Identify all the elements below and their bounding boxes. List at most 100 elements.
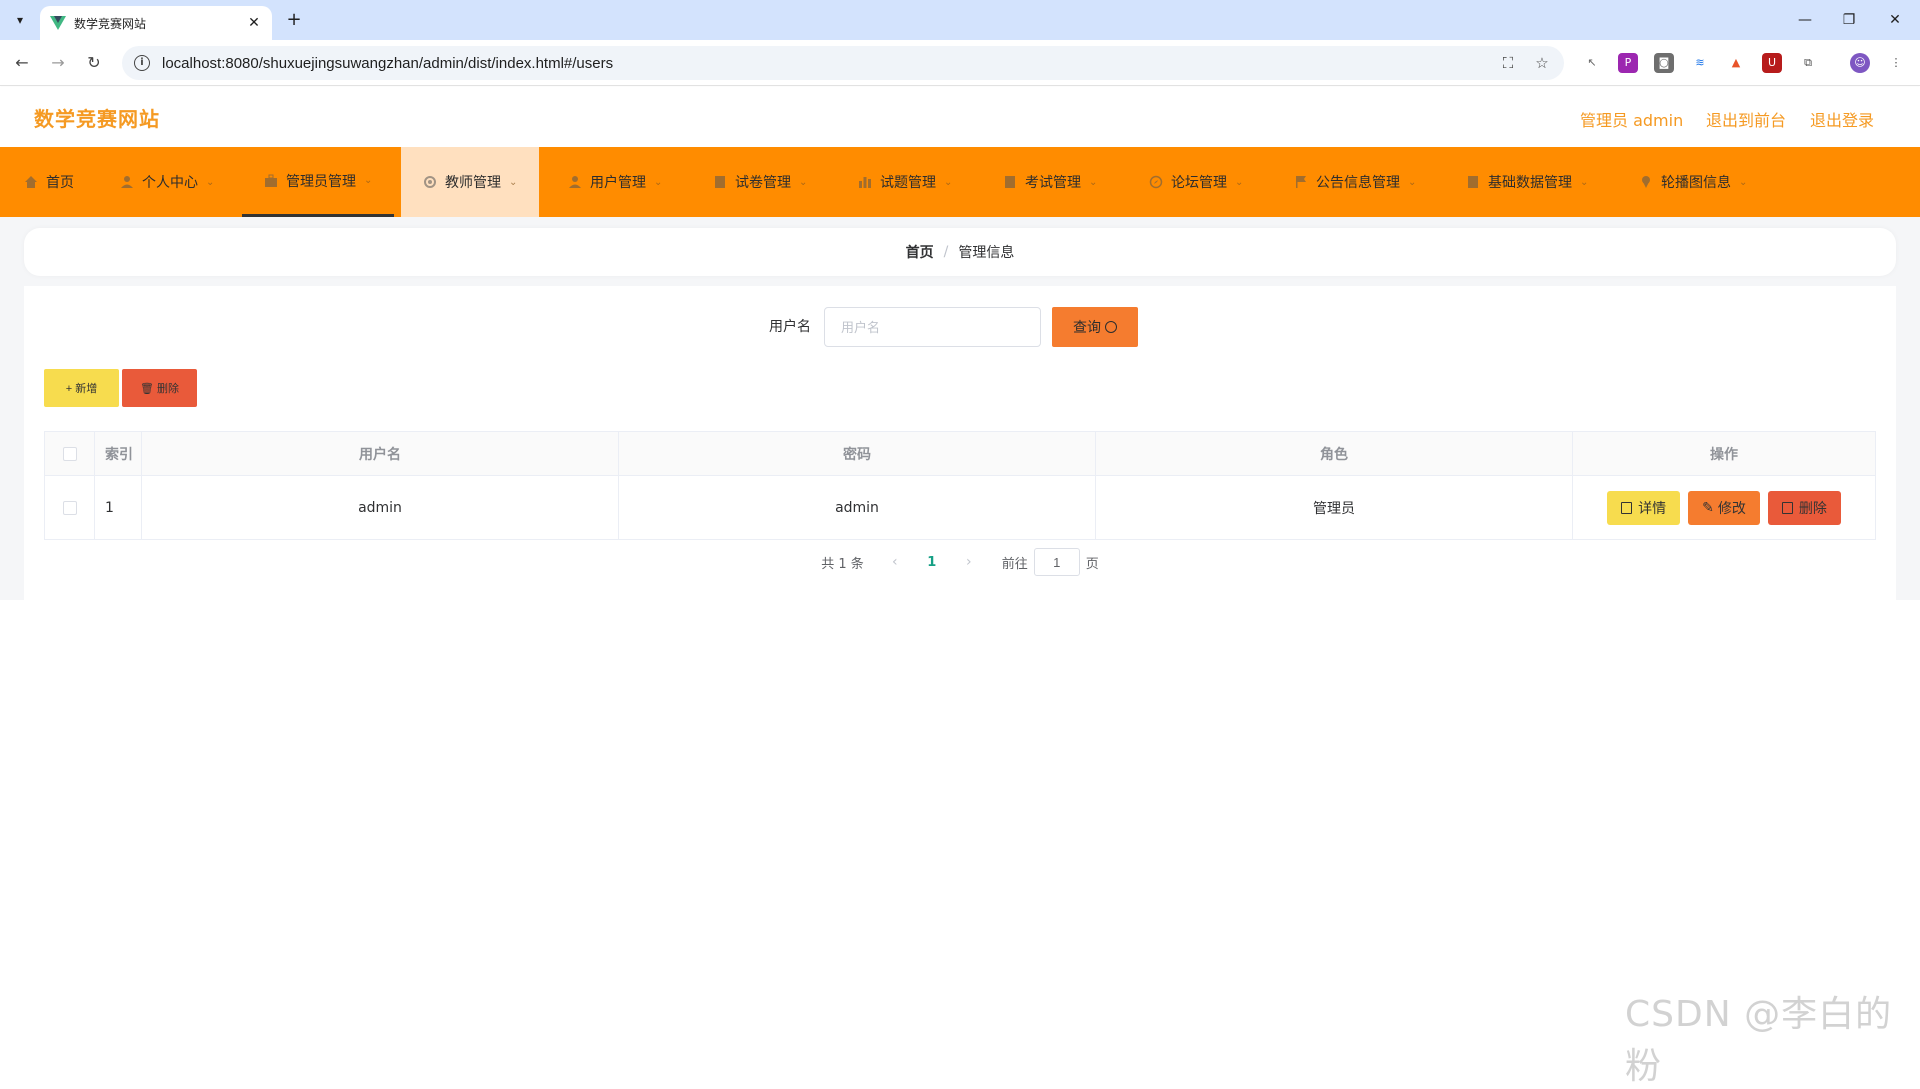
address-bar[interactable]: i localhost:8080/shuxuejingsuwangzhan/ad… (122, 46, 1564, 80)
doc-icon (715, 176, 725, 188)
nav-label: 首页 (46, 175, 74, 191)
header-password: 密码 (619, 432, 1096, 475)
edit-button[interactable]: ✎ 修改 (1688, 490, 1760, 525)
browser-tab[interactable]: 数学竞赛网站 ✕ (40, 6, 272, 40)
header-index: 索引 (95, 432, 142, 475)
edit-icon: ✎ (1702, 499, 1714, 515)
chevron-down-icon: ⌄ (654, 176, 663, 188)
logout-link[interactable]: 退出登录 (1810, 107, 1874, 131)
cell-password: admin (619, 476, 1096, 539)
url-text[interactable]: localhost:8080/shuxuejingsuwangzhan/admi… (162, 55, 1484, 72)
search-button-label: 查询 (1073, 319, 1101, 335)
nav-label: 个人中心 (142, 175, 198, 191)
pagination-total: 共 1 条 (821, 556, 864, 572)
header-ops: 操作 (1573, 432, 1875, 475)
vue-favicon-icon (50, 16, 66, 30)
nav-label: 管理员管理 (286, 173, 356, 190)
chevron-down-icon: ⌄ (1739, 176, 1748, 188)
chevron-down-icon: ⌄ (1235, 176, 1244, 188)
watermark: CSDN @李白的粉 (1625, 994, 1893, 1087)
select-all-cell (45, 432, 95, 475)
profile-avatar-icon[interactable]: ☺ (1850, 53, 1870, 73)
nav-item-paper-management[interactable]: 试卷管理 ⌄ (691, 147, 829, 217)
delete-row-button-label: 删除 (1798, 499, 1827, 516)
translate-icon[interactable]: ⛶ (1498, 53, 1518, 73)
back-icon[interactable]: ← (10, 51, 34, 75)
row-checkbox[interactable] (62, 500, 77, 515)
nav-item-teacher-management[interactable]: 教师管理 ⌄ (401, 147, 540, 217)
nav-item-exam-management[interactable]: 考试管理 ⌄ (981, 147, 1119, 217)
nav-item-admin-management[interactable]: 管理员管理 ⌄ (242, 147, 395, 217)
tab-close-icon[interactable]: ✕ (246, 15, 262, 31)
new-tab-icon[interactable]: + (282, 8, 306, 32)
extension-cursor-icon[interactable]: ↖ (1582, 53, 1602, 73)
nav-item-home[interactable]: 首页 (2, 147, 96, 217)
table-header-row: 索引 用户名 密码 角色 操作 (45, 432, 1875, 476)
breadcrumb-home[interactable]: 首页 (906, 242, 934, 262)
nav-item-user-management[interactable]: 用户管理 ⌄ (546, 147, 684, 217)
add-button[interactable]: + 新增 (44, 369, 119, 407)
restore-icon[interactable]: ❐ (1834, 8, 1864, 32)
gear-icon (424, 176, 436, 188)
extension-gamepad-icon[interactable]: ◙ (1654, 53, 1674, 73)
window-close-icon[interactable]: ✕ (1880, 8, 1910, 32)
extension-tree-icon[interactable]: ▲ (1726, 53, 1746, 73)
nav-item-profile[interactable]: 个人中心 ⌄ (98, 147, 236, 217)
exit-to-front-link[interactable]: 退出到前台 (1706, 107, 1786, 131)
goto-label: 前往 (1001, 556, 1028, 572)
nav-label: 公告信息管理 (1316, 175, 1400, 191)
minimize-icon[interactable]: — (1790, 8, 1820, 32)
home-icon (25, 176, 37, 188)
extension-purple-icon[interactable]: P (1618, 53, 1638, 73)
edit-button-label: 修改 (1717, 499, 1746, 516)
forward-icon[interactable]: → (46, 51, 70, 75)
nav-item-carousel-info[interactable]: 轮播图信息 ⌄ (1617, 147, 1769, 217)
select-all-checkbox[interactable] (62, 446, 77, 461)
delete-button[interactable]: 删除 (1767, 490, 1841, 525)
bulk-delete-button[interactable]: 🗑 删除 (122, 369, 197, 407)
cell-role: 管理员 (1096, 476, 1573, 539)
nav-label: 轮播图信息 (1661, 175, 1731, 191)
compass-icon (1149, 175, 1163, 189)
nav-label: 考试管理 (1025, 175, 1081, 191)
prev-page-icon[interactable]: ‹ (880, 554, 910, 570)
goto-page-input[interactable] (1033, 548, 1080, 576)
chevron-down-icon: ⌄ (509, 176, 518, 188)
nav-label: 试卷管理 (735, 175, 791, 191)
trash-icon: 🗑 (140, 382, 154, 395)
nav-item-question-management[interactable]: 试题管理 ⌄ (836, 147, 974, 217)
briefcase-icon (265, 174, 277, 187)
browser-menu-icon[interactable]: ⋮ (1886, 53, 1906, 73)
nav-item-notice-management[interactable]: 公告信息管理 ⌄ (1272, 147, 1438, 217)
nav-item-forum-management[interactable]: 论坛管理 ⌄ (1127, 147, 1265, 217)
next-page-icon[interactable]: › (954, 554, 984, 570)
search-button[interactable]: 查询 (1052, 307, 1138, 347)
document-icon (1621, 501, 1633, 514)
doc-icon (1005, 176, 1015, 188)
search-icon (1105, 321, 1117, 333)
reload-icon[interactable]: ↻ (82, 51, 106, 75)
page-suffix: 页 (1085, 556, 1099, 572)
browser-toolbar: ← → ↻ i localhost:8080/shuxuejingsuwangz… (0, 40, 1920, 86)
browser-tab-bar: ▾ 数学竞赛网站 ✕ + — ❐ ✕ (0, 0, 1920, 40)
site-info-icon[interactable]: i (134, 55, 150, 71)
nav-item-base-data-management[interactable]: 基础数据管理 ⌄ (1444, 147, 1610, 217)
main-card: 用户名 查询 + 新增 🗑 删除 索引 用户名 密码 角色 操作 1 admin… (24, 286, 1896, 600)
bookmark-star-icon[interactable]: ☆ (1532, 53, 1552, 73)
cell-index: 1 (95, 476, 142, 539)
user-icon (121, 176, 133, 188)
username-search-input[interactable] (824, 307, 1041, 347)
extension-shield-icon[interactable]: U (1762, 53, 1782, 73)
detail-button[interactable]: 详情 (1607, 490, 1681, 525)
extensions-puzzle-icon[interactable]: ⧉ (1798, 53, 1818, 73)
chevron-down-icon: ⌄ (1580, 176, 1589, 188)
trash-icon (1781, 501, 1793, 514)
site-title: 数学竞赛网站 (34, 107, 160, 131)
cell-username: admin (142, 476, 619, 539)
extension-layers-icon[interactable]: ≋ (1690, 53, 1710, 73)
header-role: 角色 (1096, 432, 1573, 475)
page-number[interactable]: 1 (910, 555, 954, 570)
breadcrumb-separator: / (943, 244, 949, 260)
delete-button-label: 删除 (156, 383, 179, 395)
tab-search-chevron-icon[interactable]: ▾ (8, 8, 32, 32)
